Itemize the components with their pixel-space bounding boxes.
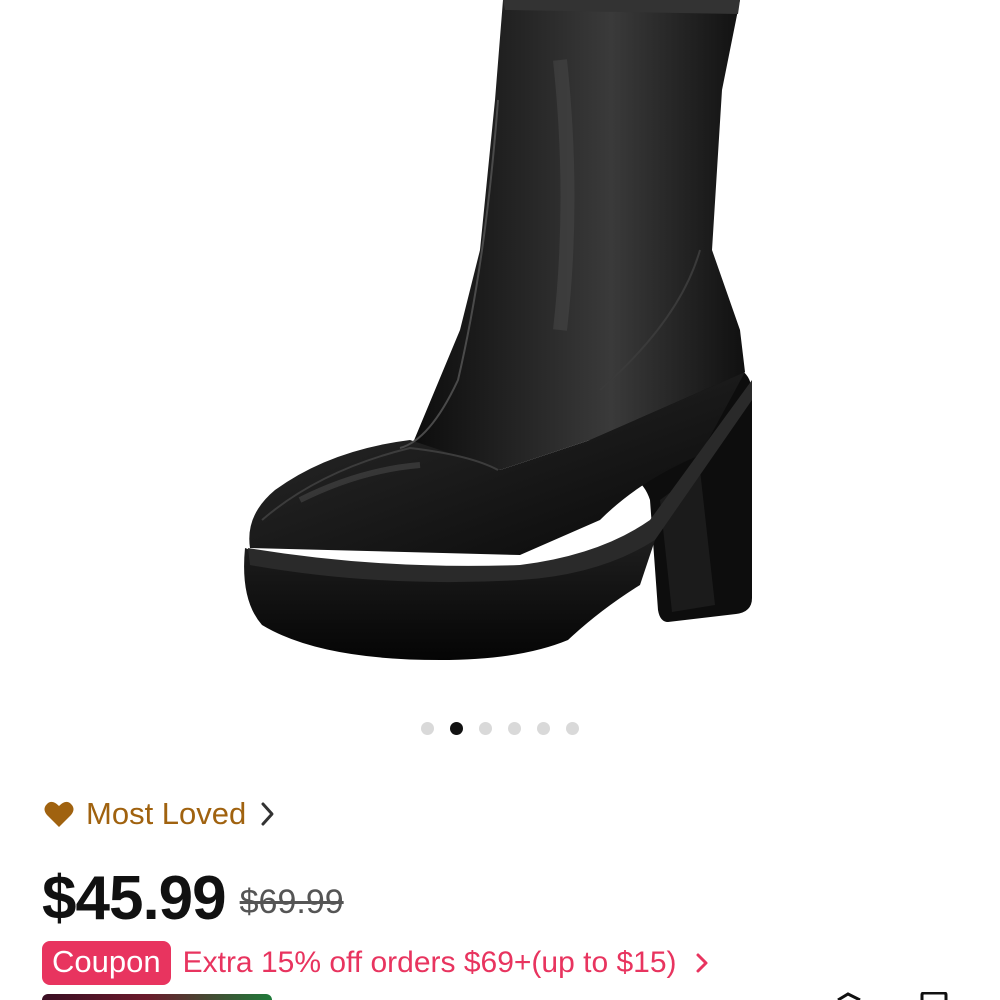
product-page: Most Loved $45.99 $69.99 Coupon Extra 15… xyxy=(0,0,1000,1000)
carousel-dot[interactable] xyxy=(450,721,463,735)
current-price: $45.99 xyxy=(42,863,227,933)
coupon-description: Extra 15% off orders $69+(up to $15) xyxy=(182,946,677,979)
coupon-row[interactable]: Coupon Extra 15% off orders $69+(up to $… xyxy=(42,940,709,986)
heart-icon xyxy=(44,801,74,827)
most-loved-badge[interactable]: Most Loved xyxy=(44,792,276,836)
chevron-right-icon xyxy=(696,953,708,973)
price-row: $45.99 $69.99 xyxy=(42,858,344,938)
carousel-dot[interactable] xyxy=(421,721,434,735)
most-loved-label: Most Loved xyxy=(86,796,247,831)
original-price: $69.99 xyxy=(239,882,344,921)
carousel-dot[interactable] xyxy=(508,721,521,735)
carousel-dot[interactable] xyxy=(479,721,492,735)
promo-banner-edge[interactable] xyxy=(42,994,272,1000)
image-carousel-dots[interactable] xyxy=(0,718,1000,738)
carousel-dot[interactable] xyxy=(537,721,550,735)
product-image[interactable] xyxy=(0,0,1000,700)
share-icon[interactable] xyxy=(836,992,862,1000)
chevron-right-icon xyxy=(261,802,274,826)
carousel-dot[interactable] xyxy=(566,721,579,735)
coupon-tag: Coupon xyxy=(42,941,171,985)
cart-icon[interactable] xyxy=(918,992,950,1000)
